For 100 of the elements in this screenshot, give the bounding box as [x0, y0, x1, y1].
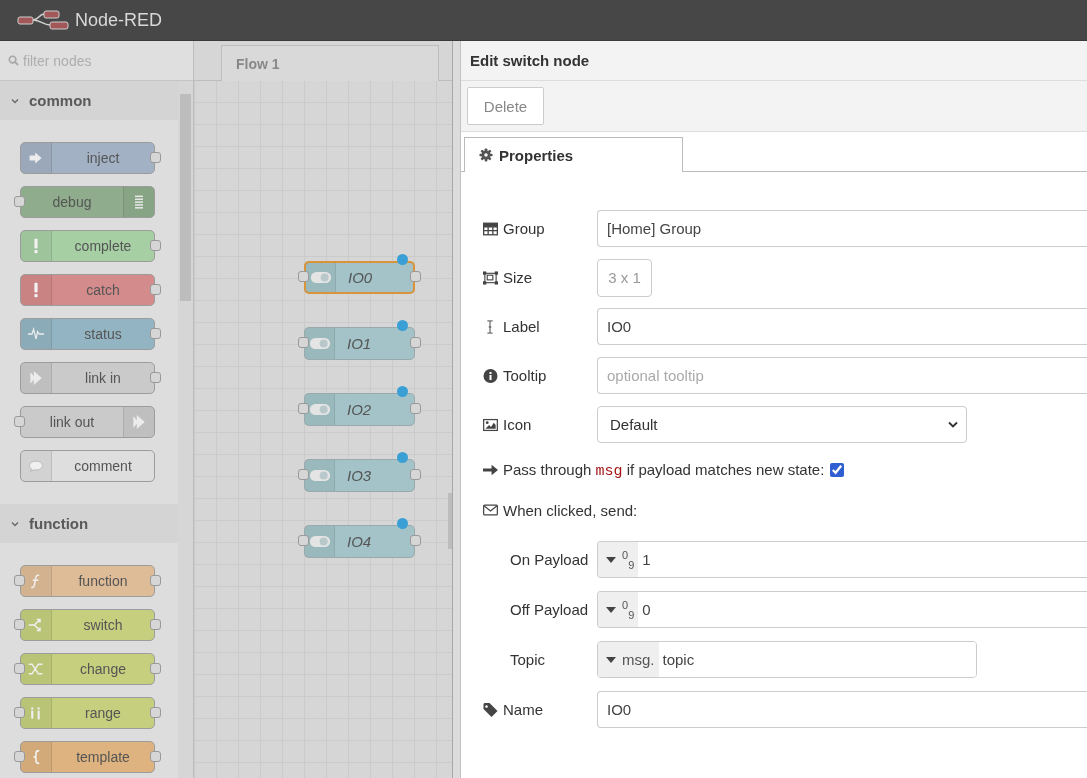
- section-label: When clicked, send:: [503, 501, 638, 519]
- type-select-button[interactable]: msg.: [598, 642, 659, 677]
- output-port[interactable]: [410, 337, 421, 348]
- node-label: IO3: [346, 467, 372, 484]
- checkbox[interactable]: [830, 463, 845, 477]
- node-label: change: [79, 661, 127, 677]
- palette-node[interactable]: link in: [20, 362, 155, 394]
- input-port: [14, 663, 25, 674]
- toggle-icon: [308, 535, 331, 548]
- app-title: Node-RED: [75, 9, 163, 31]
- speech-bubble-icon: [28, 458, 44, 474]
- input-port: [14, 619, 25, 630]
- typed-input-field[interactable]: msg. topic: [597, 641, 977, 678]
- output-port[interactable]: [410, 271, 421, 282]
- node-label: IO2: [346, 401, 372, 418]
- delete-button[interactable]: Delete: [467, 87, 544, 125]
- splitter-bar[interactable]: [453, 41, 461, 778]
- toggle-icon: [308, 337, 331, 350]
- input-port[interactable]: [298, 337, 309, 348]
- text-field[interactable]: IO0: [597, 308, 1087, 345]
- output-port: [150, 707, 161, 718]
- input-port[interactable]: [298, 469, 309, 480]
- field-label: Tooltip: [483, 367, 597, 384]
- text-field[interactable]: optional tooltip: [597, 357, 1087, 394]
- input-port: [14, 196, 25, 207]
- field-label: Label: [483, 318, 597, 335]
- node-label: IO4: [346, 533, 372, 550]
- palette-node[interactable]: link out: [20, 406, 155, 438]
- output-port: [150, 152, 161, 163]
- properties-tab[interactable]: Properties: [464, 137, 683, 172]
- scrollbar-thumb[interactable]: [448, 493, 452, 549]
- palette-node[interactable]: inject: [20, 142, 155, 174]
- palette-node[interactable]: switch: [20, 609, 155, 641]
- node-label: IO0: [347, 269, 373, 286]
- node-label: template: [75, 749, 131, 765]
- palette-node[interactable]: complete: [20, 230, 155, 262]
- flow-node[interactable]: IO1: [304, 327, 415, 360]
- input-port[interactable]: [298, 403, 309, 414]
- node-label: function: [77, 573, 129, 589]
- category-header[interactable]: common: [0, 81, 178, 120]
- node-label: link in: [84, 370, 122, 386]
- output-port[interactable]: [410, 403, 421, 414]
- logo-icon: [17, 10, 69, 30]
- select-field[interactable]: Default: [597, 406, 967, 443]
- palette-node[interactable]: catch: [20, 274, 155, 306]
- node-label: switch: [82, 617, 124, 633]
- palette-node[interactable]: template: [20, 741, 155, 773]
- node-label: inject: [85, 150, 121, 166]
- arrow-icon: [28, 150, 44, 166]
- input-port: [14, 751, 25, 762]
- table-icon: [483, 221, 498, 236]
- info-icon: [483, 368, 498, 383]
- palette-node[interactable]: change: [20, 653, 155, 685]
- category-header[interactable]: function: [0, 504, 178, 543]
- input-port[interactable]: [298, 535, 309, 546]
- field-label: Icon: [483, 416, 597, 433]
- output-port[interactable]: [410, 535, 421, 546]
- tag-icon: [483, 702, 498, 717]
- output-port: [150, 751, 161, 762]
- size-button[interactable]: 3 x 1: [597, 258, 652, 297]
- text-field[interactable]: [Home] Group: [597, 210, 1087, 247]
- chevron-down-icon: [948, 421, 958, 428]
- node-label: IO1: [346, 335, 372, 352]
- field-label: Size: [483, 269, 597, 286]
- flow-node[interactable]: IO4: [304, 525, 415, 558]
- node-label: catch: [85, 282, 121, 298]
- palette-node[interactable]: function: [20, 565, 155, 597]
- arrow-right-icon: [483, 463, 498, 477]
- flow-node[interactable]: IO3: [304, 459, 415, 492]
- caret-icon: [606, 556, 616, 563]
- input-port: [14, 707, 25, 718]
- palette-node[interactable]: status: [20, 318, 155, 350]
- output-port: [150, 619, 161, 630]
- flow-node[interactable]: IO0: [304, 261, 415, 294]
- flow-tab[interactable]: Flow 1: [221, 45, 439, 81]
- text-cursor-icon: [486, 319, 494, 334]
- input-port[interactable]: [298, 271, 309, 282]
- node-label: link out: [48, 414, 96, 430]
- node-label: complete: [73, 238, 133, 254]
- gear-icon: [479, 148, 493, 162]
- toggle-icon: [308, 469, 331, 482]
- toggle-icon: [309, 271, 332, 284]
- text-field[interactable]: IO0: [597, 691, 1087, 728]
- scrollbar-thumb[interactable]: [180, 94, 191, 301]
- tray-title: Edit switch node: [470, 52, 590, 69]
- flow-node[interactable]: IO2: [304, 393, 415, 426]
- caret-icon: [606, 606, 616, 613]
- output-port[interactable]: [410, 469, 421, 480]
- palette-node[interactable]: range: [20, 697, 155, 729]
- caret-icon: [606, 656, 616, 663]
- search-icon: [8, 55, 19, 66]
- fork-icon: [28, 617, 44, 633]
- field-label: On Payload: [510, 551, 590, 568]
- output-port: [150, 663, 161, 674]
- image-icon: [483, 417, 498, 432]
- output-port: [150, 328, 161, 339]
- palette-node[interactable]: comment: [20, 450, 155, 482]
- palette-node[interactable]: debug: [20, 186, 155, 218]
- output-port: [150, 372, 161, 383]
- link-arrow-icon: [131, 414, 147, 430]
